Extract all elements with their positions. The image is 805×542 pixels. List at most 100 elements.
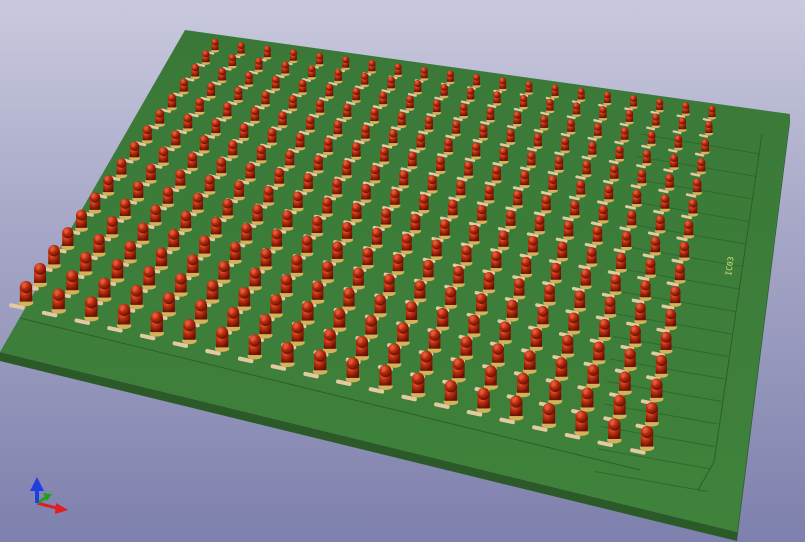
axis-z-arrow-icon — [30, 477, 44, 491]
led-highlight — [399, 113, 402, 117]
led-highlight — [297, 134, 300, 139]
led-highlight — [694, 179, 697, 184]
led-highlight — [637, 304, 640, 310]
led-dome — [228, 140, 238, 150]
led-dome — [183, 319, 196, 332]
pcb-3d-scene[interactable]: IC03 — [0, 0, 805, 542]
led-highlight — [448, 71, 451, 75]
led-dome — [448, 199, 458, 209]
led-dome — [708, 105, 716, 113]
axis-x-arrow-icon — [55, 503, 68, 514]
led-highlight — [390, 130, 393, 135]
led-highlight — [208, 84, 211, 88]
led-dome — [342, 221, 353, 232]
led-dome — [333, 120, 342, 129]
led-highlight — [667, 310, 671, 316]
led-dome — [588, 141, 597, 150]
led-dome — [248, 334, 261, 347]
led-highlight — [445, 139, 448, 144]
led-highlight — [317, 101, 320, 105]
led-dome — [374, 294, 386, 306]
led-dome — [222, 198, 233, 209]
led-dome — [629, 325, 641, 337]
led-dome — [670, 286, 681, 297]
led-dome — [343, 103, 352, 112]
led-dome — [334, 68, 342, 76]
led-highlight — [429, 177, 432, 181]
led-dome — [580, 268, 591, 279]
led-dome — [499, 321, 511, 333]
led-dome — [533, 132, 542, 141]
led-dome — [562, 334, 574, 346]
led-dome — [519, 94, 528, 103]
led-dome — [506, 210, 516, 220]
led-highlight — [627, 111, 630, 115]
led-dome — [674, 135, 683, 143]
led-dome — [98, 277, 111, 290]
led-dome — [554, 155, 564, 165]
led-highlight — [426, 117, 429, 121]
led-dome — [550, 262, 562, 273]
led-highlight — [474, 75, 477, 79]
led-dome — [239, 123, 249, 132]
led-dome — [312, 280, 324, 293]
led-highlight — [463, 247, 466, 252]
led-highlight — [294, 193, 298, 198]
led-highlight — [600, 207, 603, 211]
led-highlight — [235, 88, 238, 92]
led-dome — [256, 145, 266, 155]
led-highlight — [364, 249, 368, 254]
led-dome — [282, 210, 293, 221]
led-dome — [351, 202, 362, 213]
led-highlight — [454, 360, 458, 366]
led-highlight — [447, 382, 451, 388]
led-dome — [587, 364, 599, 376]
led-dome — [647, 131, 656, 139]
led-dome — [218, 260, 230, 273]
led-dome — [665, 173, 674, 183]
led-highlight — [353, 89, 356, 93]
led-highlight — [709, 107, 712, 110]
led-dome — [85, 296, 98, 309]
led-dome — [323, 328, 336, 341]
led-dome — [427, 175, 437, 185]
led-dome — [479, 124, 488, 133]
led-dome — [551, 84, 559, 92]
led-dome — [650, 378, 663, 390]
led-dome — [211, 38, 219, 46]
led-highlight — [362, 126, 366, 130]
led-dome — [133, 180, 144, 192]
led-highlight — [358, 338, 362, 344]
led-dome — [322, 197, 333, 207]
led-highlight — [470, 316, 474, 322]
led-highlight — [353, 144, 356, 148]
led-highlight — [327, 85, 330, 89]
led-dome — [79, 251, 92, 264]
led-dome — [476, 293, 487, 305]
led-highlight — [345, 290, 349, 295]
led-highlight — [334, 243, 337, 248]
led-dome — [433, 99, 441, 107]
led-dome — [158, 146, 169, 157]
led-dome — [202, 50, 210, 58]
led-highlight — [218, 329, 222, 335]
led-highlight — [152, 313, 157, 319]
led-dome — [288, 95, 297, 104]
led-dome — [520, 170, 529, 180]
led-highlight — [589, 366, 593, 372]
led-dome — [513, 111, 522, 119]
led-dome — [211, 118, 221, 128]
led-dome — [541, 195, 551, 205]
led-highlight — [414, 375, 418, 380]
3d-viewer-canvas[interactable]: IC03 — [0, 0, 805, 542]
led-dome — [624, 348, 636, 360]
led-highlight — [571, 202, 575, 206]
led-dome — [313, 349, 327, 362]
led-highlight — [231, 244, 235, 249]
led-highlight — [680, 118, 683, 122]
led-dome — [693, 178, 702, 187]
led-highlight — [304, 303, 308, 309]
led-dome — [325, 83, 334, 92]
led-highlight — [612, 276, 616, 281]
led-highlight — [648, 404, 652, 410]
